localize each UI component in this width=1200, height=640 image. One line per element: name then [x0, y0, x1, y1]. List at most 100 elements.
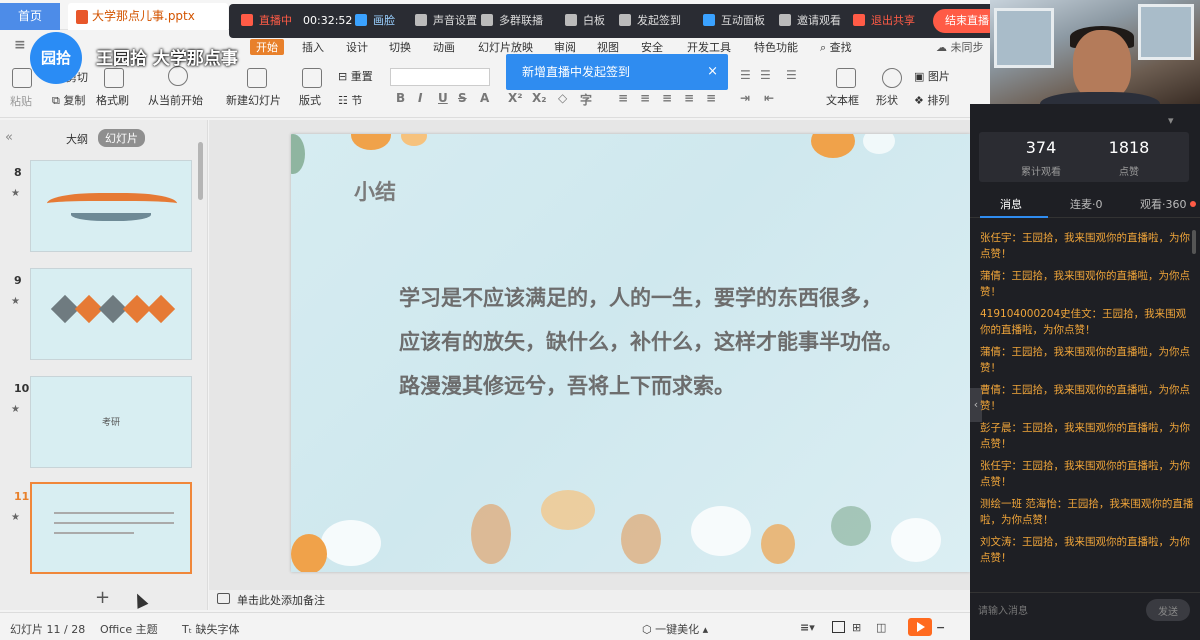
notes-bar[interactable]: 单击此处添加备注 — [209, 590, 970, 610]
textbox-button[interactable]: 文本框 — [826, 92, 859, 108]
justify-icon[interactable]: ≡ — [684, 91, 694, 105]
tab-messages[interactable]: 消息 — [1000, 196, 1022, 212]
subscript-icon[interactable]: X₂ — [532, 91, 547, 105]
numbering-icon[interactable]: ☰ — [740, 68, 751, 82]
slideshow-play-button[interactable] — [908, 618, 932, 636]
phonetic-icon[interactable]: 字 — [580, 91, 592, 108]
paste-icon[interactable] — [12, 68, 32, 88]
normal-view-icon[interactable] — [832, 621, 845, 633]
chat-message-input[interactable] — [978, 601, 1138, 621]
picture-label: 图片 — [927, 70, 950, 83]
new-slide-icon[interactable] — [247, 68, 267, 88]
checkin-button[interactable]: 发起签到 — [619, 4, 681, 38]
menu-tab-insert[interactable]: 插入 — [302, 39, 324, 55]
slide-thumbnail[interactable] — [30, 160, 192, 252]
paste-label[interactable]: 粘贴 — [10, 93, 32, 109]
menu-tab-slideshow[interactable]: 幻灯片放映 — [478, 39, 533, 55]
flower-decoration — [541, 490, 595, 530]
flower-decoration — [401, 134, 427, 146]
line-spacing-icon[interactable]: ☰ — [786, 68, 797, 82]
search-button[interactable]: ⌕ 查找 — [820, 39, 852, 55]
format-painter-button[interactable]: 格式刷 — [96, 92, 129, 108]
layout-button[interactable]: 版式 — [299, 92, 321, 108]
menu-tab-review[interactable]: 审阅 — [554, 39, 576, 55]
shape-button[interactable]: 形状 — [876, 92, 898, 108]
align-right-icon[interactable]: ≡ — [662, 91, 672, 105]
pin-icon[interactable]: ▾ — [1168, 114, 1174, 127]
slide-thumbnail-panel: « 大纲 幻灯片 8 ★ 9 ★ 10 ★ 考研 11 ★ + — [0, 120, 208, 610]
zoom-out-icon[interactable]: − — [936, 621, 945, 634]
menu-tab-animation[interactable]: 动画 — [433, 39, 455, 55]
tab-home[interactable]: 首页 — [0, 3, 60, 30]
underline-icon[interactable]: U — [438, 91, 448, 105]
copy-button[interactable]: ⧉ 复制 — [52, 92, 85, 108]
menu-tab-security[interactable]: 安全 — [641, 39, 663, 55]
format-painter-icon[interactable] — [104, 68, 124, 88]
menu-tab-design[interactable]: 设计 — [346, 39, 368, 55]
slide-thumbnail-selected[interactable] — [30, 482, 192, 574]
picture-button[interactable]: ▣ 图片 — [914, 68, 950, 84]
thumbnail-scrollbar[interactable] — [198, 142, 203, 200]
slide-canvas[interactable]: 小结 学习是不应该满足的，人的一生，要学的东西很多， 应该有的放矢，缺什么，补什… — [291, 134, 970, 572]
whiteboard-button[interactable]: 白板 — [565, 4, 605, 38]
shape-icon[interactable] — [882, 68, 902, 88]
thumb-text-line — [54, 532, 134, 534]
menu-tab-transition[interactable]: 切换 — [389, 39, 411, 55]
audio-settings-button[interactable]: 声音设置 — [415, 4, 477, 38]
slide-thumbnail[interactable]: 考研 — [30, 376, 192, 468]
theme-name[interactable]: Office 主题 — [100, 621, 158, 637]
slide-sorter-icon[interactable]: ⊞ — [852, 621, 861, 634]
chat-icon — [703, 14, 715, 26]
chat-message: 419104000204史佳文：王园拾，我来围观你的直播啦，为你点赞！ — [980, 308, 1187, 336]
outdent-icon[interactable]: ⇤ — [764, 91, 774, 105]
clear-format-icon[interactable]: ◇ — [558, 91, 567, 105]
menu-tab-devtools[interactable]: 开发工具 — [687, 39, 731, 55]
italic-icon[interactable]: I — [418, 91, 422, 105]
invite-button[interactable]: 邀请观看 — [779, 4, 841, 38]
slides-view-tab[interactable]: 幻灯片 — [98, 129, 145, 147]
tab-watching[interactable]: 观看·360 — [1140, 196, 1196, 212]
main-menu-icon[interactable]: ≡ — [14, 37, 26, 53]
bold-icon[interactable]: B — [396, 91, 405, 105]
distribute-icon[interactable]: ≡ — [706, 91, 716, 105]
send-button[interactable]: 发送 — [1146, 599, 1190, 621]
exit-share-button[interactable]: 退出共享 — [853, 4, 915, 38]
textbox-icon[interactable] — [836, 68, 856, 88]
collapse-panel-icon[interactable]: « — [5, 130, 13, 145]
superscript-icon[interactable]: X² — [508, 91, 523, 105]
tab-mic-connect[interactable]: 连麦·0 — [1070, 196, 1103, 212]
add-slide-button[interactable]: + — [95, 587, 110, 608]
play-icon[interactable] — [168, 66, 188, 86]
menu-tab-features[interactable]: 特色功能 — [754, 39, 798, 55]
indent-icon[interactable]: ⇥ — [740, 91, 750, 105]
from-current-button[interactable]: 从当前开始 — [148, 92, 203, 108]
align-center-icon[interactable]: ≡ — [640, 91, 650, 105]
section-button[interactable]: ☷ 节 — [338, 92, 362, 108]
outline-view-tab[interactable]: 大纲 — [66, 131, 88, 147]
interaction-panel-button[interactable]: 互动面板 — [703, 4, 765, 38]
arrange-button[interactable]: ❖ 排列 — [914, 92, 949, 108]
sync-status[interactable]: ☁ 未同步 — [936, 39, 984, 55]
chat-scrollbar[interactable] — [1192, 230, 1196, 254]
menu-tab-view[interactable]: 视图 — [597, 39, 619, 55]
font-name-select[interactable] — [390, 68, 490, 86]
notes-toggle-icon[interactable]: ≡▾ — [800, 621, 815, 634]
layout-icon[interactable] — [302, 68, 322, 88]
camera-button[interactable]: 画脸 — [355, 4, 395, 38]
missing-font-button[interactable]: Tₜ 缺失字体 — [182, 621, 239, 637]
tab-file[interactable]: 大学那点儿事.pptx — [68, 3, 228, 30]
toast-close-icon[interactable]: × — [707, 54, 718, 90]
font-color-icon[interactable]: A — [480, 91, 489, 105]
menu-tab-home[interactable]: 开始 — [250, 39, 284, 55]
new-slide-button[interactable]: 新建幻灯片 — [226, 92, 281, 108]
reading-view-icon[interactable]: ◫ — [876, 621, 886, 634]
bullets-icon[interactable]: ☰ — [760, 68, 771, 82]
align-left-icon[interactable]: ≡ — [618, 91, 628, 105]
strikethrough-icon[interactable]: S — [458, 91, 467, 105]
flower-decoration — [811, 134, 855, 158]
reset-button[interactable]: ⊟ 重置 — [338, 68, 373, 84]
beautify-button[interactable]: ⬡ 一键美化 ▴ — [642, 621, 708, 637]
slide-thumbnail[interactable] — [30, 268, 192, 360]
chat-input-row: 发送 — [970, 592, 1200, 628]
multi-group-button[interactable]: 多群联播 — [481, 4, 543, 38]
